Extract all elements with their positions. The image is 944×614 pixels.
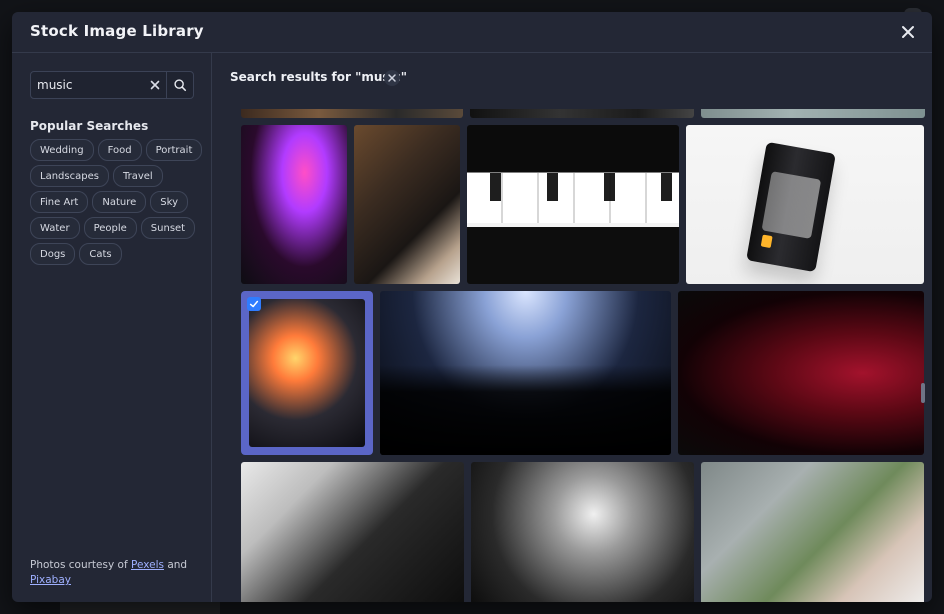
result-image[interactable] (701, 462, 924, 602)
result-photo (241, 125, 347, 284)
result-photo (701, 109, 925, 118)
piano-black-keys-decoration (467, 173, 679, 201)
chip-landscapes[interactable]: Landscapes (30, 165, 109, 187)
chip-travel[interactable]: Travel (112, 165, 163, 187)
selected-result[interactable] (241, 291, 373, 455)
popular-searches-title: Popular Searches (30, 119, 149, 133)
selected-result-inner (249, 299, 365, 447)
clear-search-button[interactable] (145, 75, 165, 95)
result-image[interactable] (701, 109, 925, 118)
result-photo (471, 462, 694, 602)
results-panel: Search results for "music" (212, 53, 932, 602)
stock-image-library-modal: Stock Image Library Popular Searches (12, 12, 932, 602)
search-button[interactable] (166, 72, 193, 98)
result-image[interactable] (241, 109, 463, 118)
result-image[interactable] (241, 462, 464, 602)
clear-icon (388, 74, 396, 82)
chip-dogs[interactable]: Dogs (30, 243, 76, 265)
popular-searches-chips: Wedding Food Portrait Landscapes Travel … (30, 139, 205, 265)
result-photo (470, 109, 694, 118)
clear-icon (150, 80, 160, 90)
chip-wedding[interactable]: Wedding (30, 139, 94, 161)
chip-portrait[interactable]: Portrait (145, 139, 203, 161)
result-photo (241, 109, 463, 118)
modal-header: Stock Image Library (12, 12, 932, 53)
search-box (30, 71, 194, 99)
chip-people[interactable]: People (83, 217, 137, 239)
photo-attribution: Photos courtesy of Pexels and Pixabay (30, 558, 200, 588)
result-photo (678, 291, 924, 455)
chip-sky[interactable]: Sky (150, 191, 188, 213)
result-image[interactable] (467, 125, 679, 284)
results-scrollbar[interactable] (921, 383, 925, 403)
modal-title: Stock Image Library (30, 22, 204, 40)
result-image[interactable] (686, 125, 924, 284)
selected-checkbox[interactable] (247, 297, 261, 311)
result-photo (241, 462, 464, 602)
close-icon (902, 26, 914, 38)
check-icon (249, 300, 259, 308)
chip-sunset[interactable]: Sunset (140, 217, 196, 239)
result-photo (354, 125, 460, 284)
result-image[interactable] (678, 291, 924, 455)
chip-nature[interactable]: Nature (92, 191, 147, 213)
result-image[interactable] (470, 109, 694, 118)
chip-food[interactable]: Food (97, 139, 142, 161)
search-input[interactable] (31, 72, 155, 98)
chip-cats[interactable]: Cats (79, 243, 122, 265)
chip-fine-art[interactable]: Fine Art (30, 191, 89, 213)
result-image[interactable] (471, 462, 694, 602)
crowd-silhouette (380, 364, 671, 455)
results-title: Search results for "music" (230, 70, 408, 84)
clear-results-button[interactable] (384, 70, 400, 86)
attribution-prefix: Photos courtesy of (30, 559, 131, 571)
result-image[interactable] (241, 125, 347, 284)
result-photo (249, 299, 365, 447)
close-button[interactable] (898, 22, 918, 42)
attribution-middle: and (163, 559, 188, 571)
pixabay-link[interactable]: Pixabay (30, 574, 71, 586)
pexels-link[interactable]: Pexels (131, 559, 164, 571)
search-icon (174, 79, 187, 92)
result-photo (701, 462, 924, 602)
result-image[interactable] (380, 291, 671, 455)
result-image[interactable] (354, 125, 460, 284)
sidebar: Popular Searches Wedding Food Portrait L… (12, 53, 212, 602)
chip-water[interactable]: Water (30, 217, 80, 239)
